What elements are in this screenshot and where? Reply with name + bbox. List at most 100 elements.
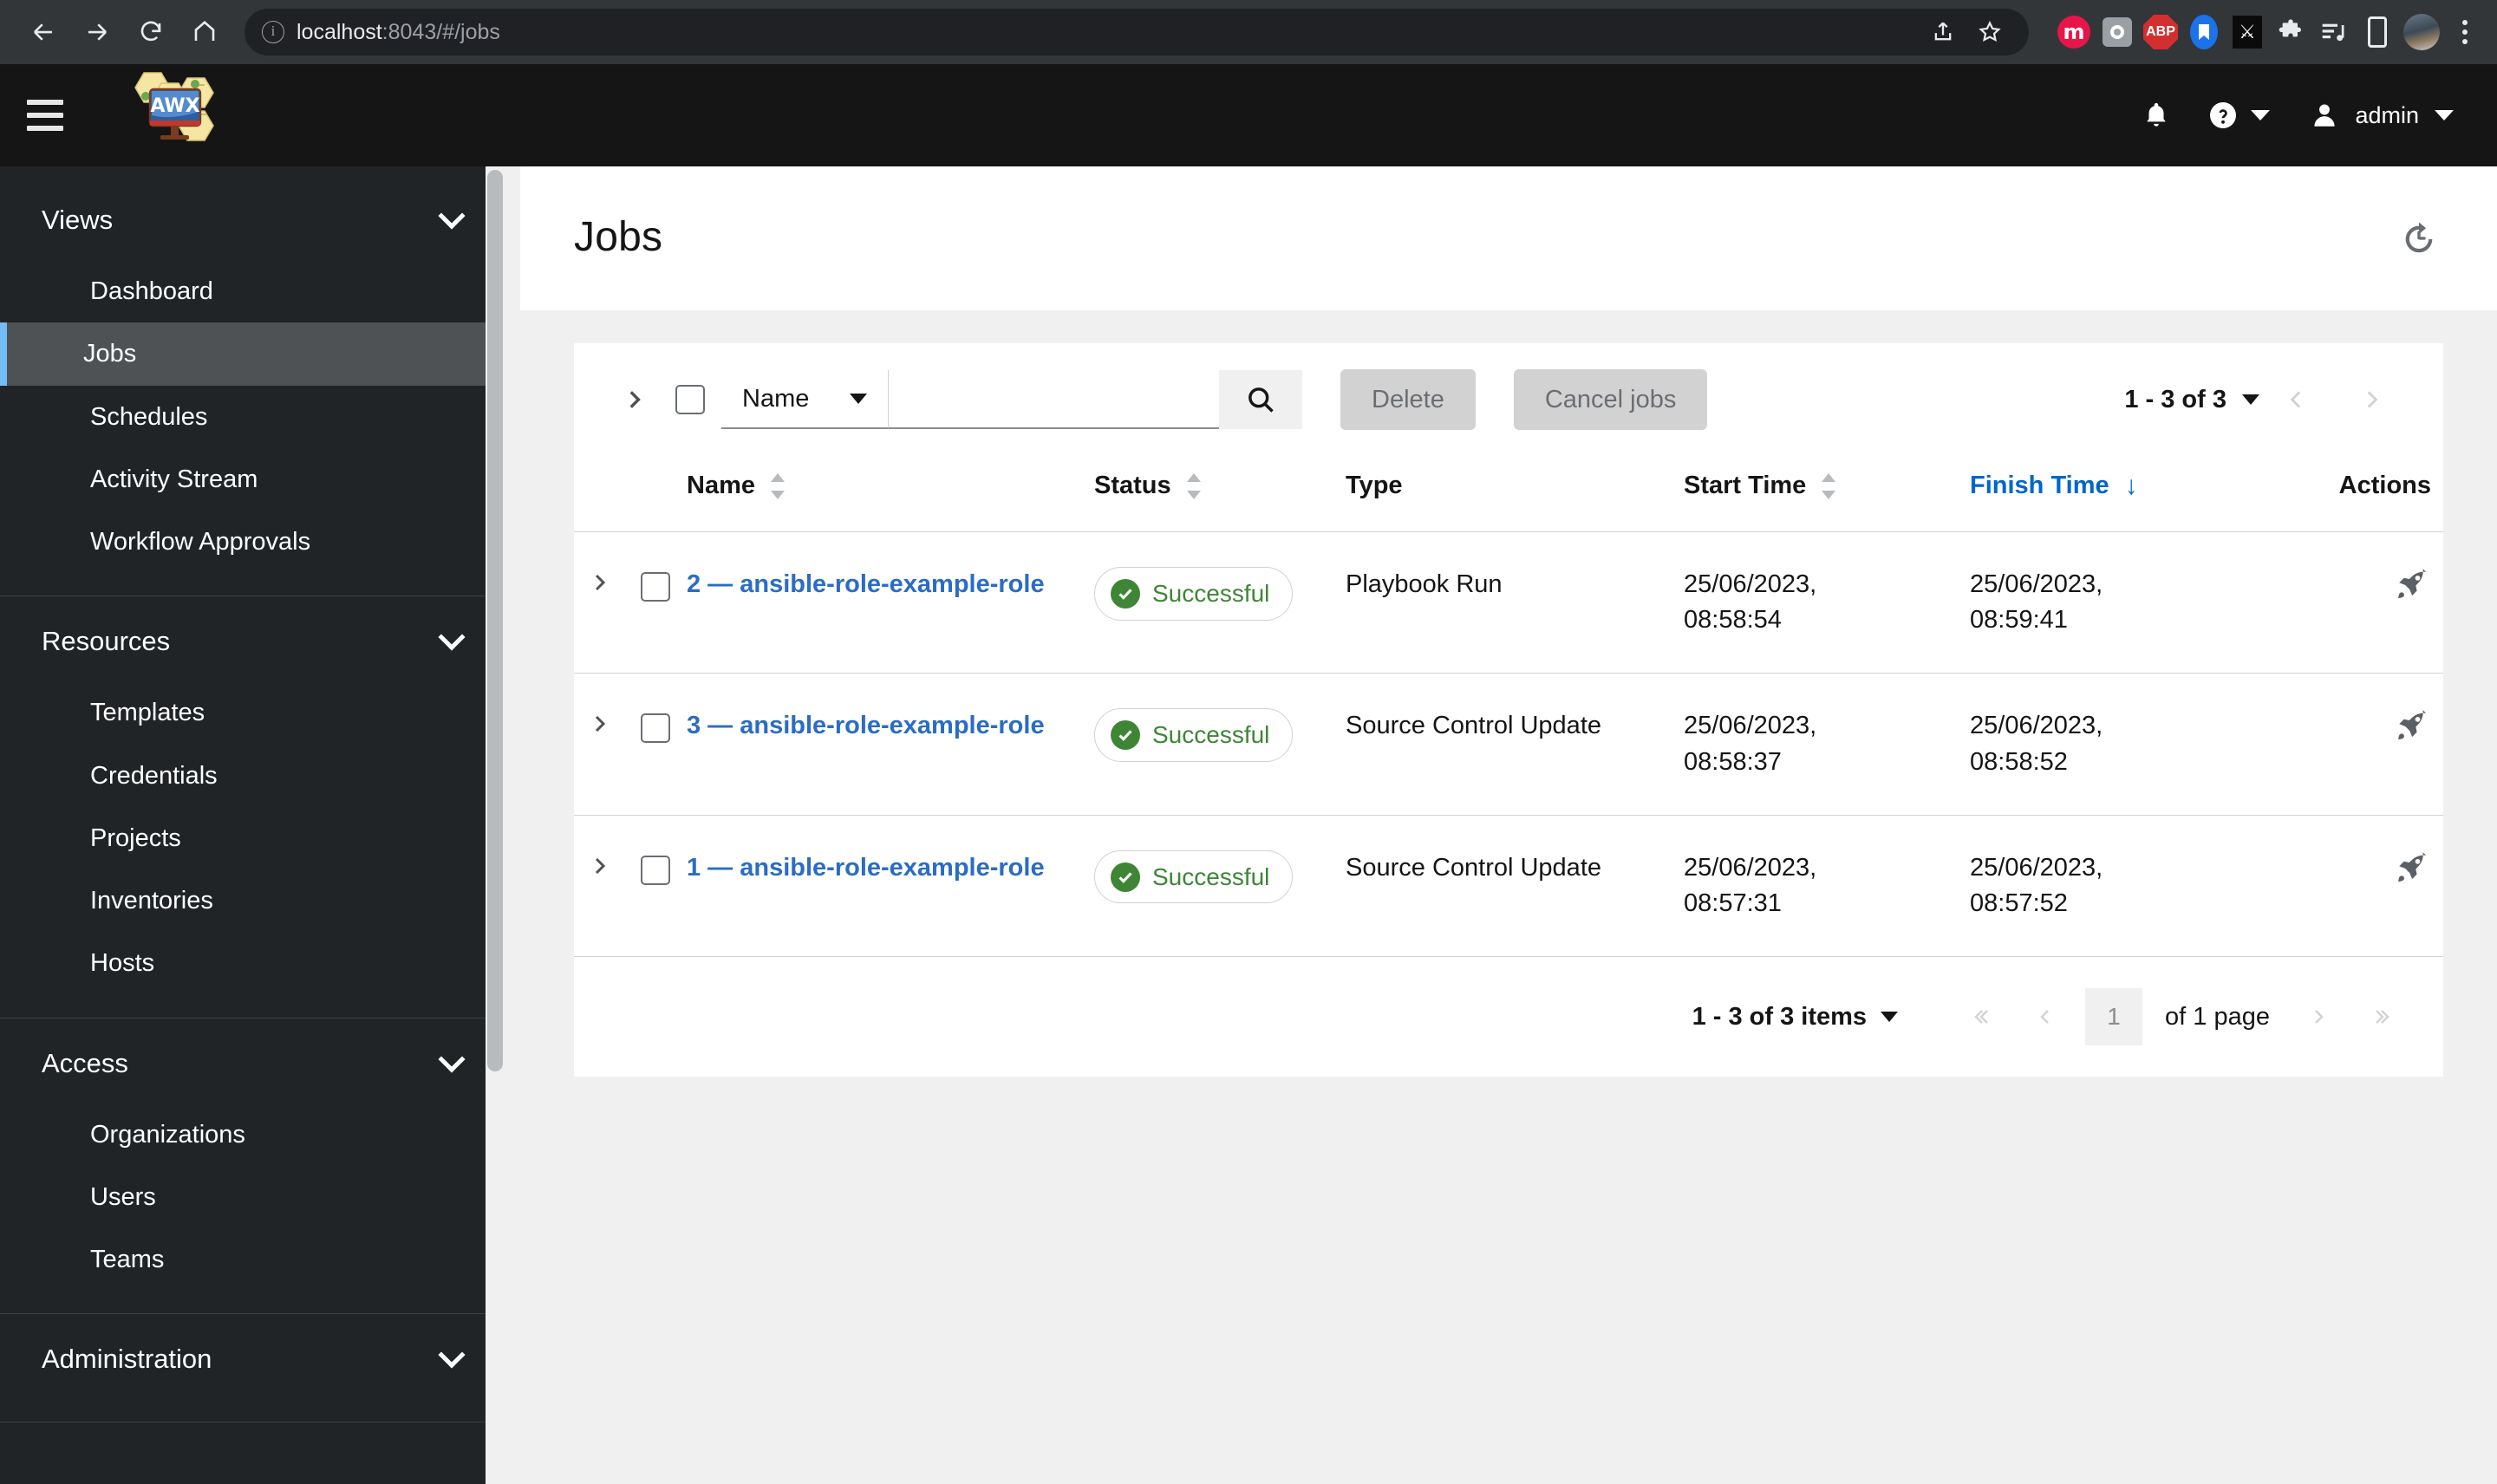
sort-icon[interactable] xyxy=(1186,472,1203,499)
select-all-wrapper[interactable] xyxy=(659,385,721,414)
profile-avatar[interactable] xyxy=(2403,14,2440,50)
row-expand-cell[interactable] xyxy=(574,674,624,815)
row-checkbox-cell[interactable] xyxy=(624,532,687,674)
sidebar-scrollbar[interactable] xyxy=(486,166,505,1484)
sidebar-scrollbar-thumb[interactable] xyxy=(487,170,503,1071)
th-name[interactable]: Name xyxy=(687,456,1094,532)
bookmark-button[interactable] xyxy=(1968,10,2011,54)
delete-button[interactable]: Delete xyxy=(1340,369,1476,430)
camera-extension-icon xyxy=(2103,17,2132,47)
expand-all-button[interactable] xyxy=(609,388,659,411)
sort-icon[interactable] xyxy=(1822,472,1837,499)
sidebar-group-views[interactable]: Views xyxy=(0,175,520,260)
back-button[interactable] xyxy=(19,8,68,56)
sidebar-item-schedules[interactable]: Schedules xyxy=(0,386,520,448)
site-info-icon[interactable]: i xyxy=(262,21,284,43)
reload-button[interactable] xyxy=(127,8,175,56)
sidebar-item-teams[interactable]: Teams xyxy=(0,1228,520,1291)
sidebar-group-administration[interactable]: Administration xyxy=(0,1314,520,1399)
table-row[interactable]: 2 — ansible-role-example-role Successful… xyxy=(574,531,2443,674)
chevron-down-icon xyxy=(438,623,466,651)
last-page-button[interactable] xyxy=(2350,988,2412,1045)
sidebar: Views Dashboard Jobs Schedules Activity … xyxy=(0,166,520,1484)
dark-reader-button[interactable]: ⚔ xyxy=(2230,15,2265,49)
forward-button[interactable] xyxy=(73,8,121,56)
help-button[interactable] xyxy=(2195,81,2282,150)
home-button[interactable] xyxy=(180,8,229,56)
row-actions-cell xyxy=(2256,532,2443,674)
first-page-button[interactable] xyxy=(1952,988,2014,1045)
user-menu-button[interactable]: admin xyxy=(2287,81,2462,150)
toolbar-next-page-button[interactable] xyxy=(2334,369,2409,430)
th-finish-time[interactable]: Finish Time ↓ xyxy=(1970,456,2256,532)
browser-menu-button[interactable] xyxy=(2448,20,2478,44)
relaunch-job-button[interactable] xyxy=(2395,850,2431,897)
nav-toggle-button[interactable] xyxy=(0,64,90,166)
search-button[interactable] xyxy=(1219,370,1302,429)
row-checkbox-cell[interactable] xyxy=(624,815,687,956)
sidebar-item-templates[interactable]: Templates xyxy=(0,681,520,744)
row-checkbox[interactable] xyxy=(641,572,670,602)
select-all-checkbox[interactable] xyxy=(675,385,705,414)
table-row[interactable]: 3 — ansible-role-example-role Successful… xyxy=(574,673,2443,815)
adblock-plus-button[interactable]: ABP xyxy=(2143,15,2178,49)
toolbar-pager-range-button[interactable]: 1 - 3 of 3 xyxy=(2124,386,2259,414)
job-name-link[interactable]: 1 — ansible-role-example-role xyxy=(687,850,1094,886)
sidebar-item-hosts[interactable]: Hosts xyxy=(0,932,520,994)
extensions-button[interactable] xyxy=(2273,15,2308,49)
reading-list-button[interactable] xyxy=(2317,15,2351,49)
sidebar-item-projects[interactable]: Projects xyxy=(0,807,520,869)
next-page-button[interactable] xyxy=(2287,988,2350,1045)
chevron-down-icon xyxy=(438,1045,466,1073)
sidebar-group-label: Views xyxy=(42,205,114,235)
sidebar-group-resources[interactable]: Resources xyxy=(0,596,520,681)
row-start-time-cell: 25/06/2023, 08:57:31 xyxy=(1684,853,1817,917)
relaunch-job-button[interactable] xyxy=(2395,567,2431,614)
items-per-page-button[interactable]: 1 - 3 of 3 items xyxy=(1692,1003,1899,1032)
awx-logo-icon: AWX xyxy=(134,72,214,141)
device-toolbar-button[interactable] xyxy=(2360,15,2395,49)
search-input[interactable] xyxy=(888,370,1219,429)
sidebar-item-users[interactable]: Users xyxy=(0,1166,520,1228)
row-start-time-cell: 25/06/2023, 08:58:54 xyxy=(1684,570,1817,635)
sidebar-item-organizations[interactable]: Organizations xyxy=(0,1103,520,1166)
th-status-label: Status xyxy=(1094,472,1171,499)
sort-icon[interactable] xyxy=(771,472,786,499)
check-icon xyxy=(1118,871,1132,883)
prev-page-button[interactable] xyxy=(2014,988,2076,1045)
sort-descending-icon[interactable]: ↓ xyxy=(2125,472,2138,499)
check-circle-icon xyxy=(1111,720,1140,751)
sidebar-item-credentials[interactable]: Credentials xyxy=(0,745,520,807)
sidebar-item-workflow-approvals[interactable]: Workflow Approvals xyxy=(0,511,520,573)
toolbar-prev-page-button[interactable] xyxy=(2259,369,2334,430)
row-checkbox[interactable] xyxy=(641,713,670,744)
row-checkbox-cell[interactable] xyxy=(624,674,687,815)
status-label: Successful xyxy=(1152,580,1270,607)
camera-extension-button[interactable] xyxy=(2100,15,2135,49)
sidebar-item-dashboard[interactable]: Dashboard xyxy=(0,260,520,322)
th-start-time[interactable]: Start Time xyxy=(1684,456,1970,532)
mint-extension-button[interactable]: m xyxy=(2057,15,2091,49)
table-row[interactable]: 1 — ansible-role-example-role Successful… xyxy=(574,815,2443,956)
cancel-jobs-button[interactable]: Cancel jobs xyxy=(1513,369,1708,430)
sidebar-group-access[interactable]: Access xyxy=(0,1019,520,1103)
share-button[interactable] xyxy=(1921,10,1965,54)
row-checkbox[interactable] xyxy=(641,855,670,885)
bookmark-manager-button[interactable] xyxy=(2187,15,2221,49)
job-history-button[interactable] xyxy=(2395,213,2443,262)
job-name-link[interactable]: 3 — ansible-role-example-role xyxy=(687,708,1094,744)
awx-logo[interactable]: AWX xyxy=(90,64,264,166)
sidebar-item-jobs[interactable]: Jobs xyxy=(0,322,520,386)
sidebar-item-inventories[interactable]: Inventories xyxy=(0,869,520,932)
status-label: Successful xyxy=(1152,721,1270,749)
notifications-button[interactable] xyxy=(2122,81,2190,150)
th-status[interactable]: Status xyxy=(1094,456,1346,532)
page-number-input[interactable] xyxy=(2085,988,2143,1046)
sidebar-item-activity-stream[interactable]: Activity Stream xyxy=(0,448,520,511)
row-expand-cell[interactable] xyxy=(574,532,624,674)
row-expand-cell[interactable] xyxy=(574,815,624,956)
relaunch-job-button[interactable] xyxy=(2395,708,2431,755)
address-bar[interactable]: i localhost:8043/#/jobs xyxy=(244,9,2029,55)
job-name-link[interactable]: 2 — ansible-role-example-role xyxy=(687,567,1094,602)
filter-field-select[interactable]: Name xyxy=(721,370,888,429)
